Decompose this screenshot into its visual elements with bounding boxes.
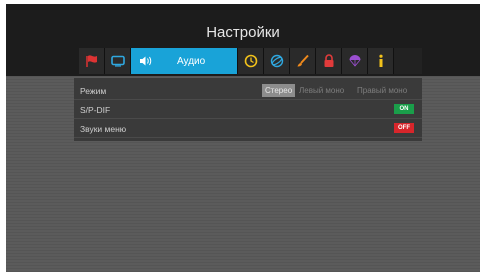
audio-settings-panel: Режим Стерео Левый моно Правый моно S/P-…: [74, 78, 422, 141]
spdif-toggle[interactable]: ON: [394, 104, 414, 114]
info-icon: [377, 54, 385, 68]
spdif-label: S/P-DIF: [80, 104, 111, 115]
mode-option-left-mono[interactable]: Левый моно: [296, 84, 347, 97]
tab-bar: Аудио: [79, 48, 422, 74]
header: Настройки Аудио: [6, 4, 480, 76]
screen-icon: [110, 55, 125, 67]
menu-sounds-label: Звуки меню: [80, 123, 127, 134]
screen: Настройки Аудио Режим Стерео Левый моно …: [6, 4, 480, 272]
lock-icon: [323, 54, 335, 68]
mode-row: Режим Стерео Левый моно Правый моно: [74, 82, 422, 100]
clock-icon: [244, 54, 258, 68]
parachute-icon: [348, 54, 362, 68]
brush-icon: [296, 54, 310, 68]
menu-sounds-row[interactable]: Звуки меню OFF: [74, 120, 422, 138]
tab-appearance[interactable]: [290, 48, 316, 74]
page-title: Настройки: [206, 24, 280, 41]
menu-sounds-toggle[interactable]: OFF: [394, 123, 414, 133]
mode-label: Режим: [80, 85, 107, 96]
tab-info[interactable]: [368, 48, 394, 74]
tab-time[interactable]: [238, 48, 264, 74]
mode-option-right-mono[interactable]: Правый моно: [354, 84, 410, 97]
tab-screen[interactable]: [105, 48, 131, 74]
tab-update[interactable]: [342, 48, 368, 74]
tab-audio[interactable]: Аудио: [131, 48, 238, 74]
tab-network[interactable]: [264, 48, 290, 74]
spdif-row[interactable]: S/P-DIF ON: [74, 101, 422, 119]
tab-audio-label: Аудио: [177, 55, 206, 67]
globe-icon: [270, 54, 284, 68]
tab-parental-lock[interactable]: [316, 48, 342, 74]
speaker-icon: [139, 55, 153, 67]
tab-general[interactable]: [79, 48, 105, 74]
flag-icon: [85, 54, 99, 68]
mode-option-stereo[interactable]: Стерео: [262, 84, 296, 97]
